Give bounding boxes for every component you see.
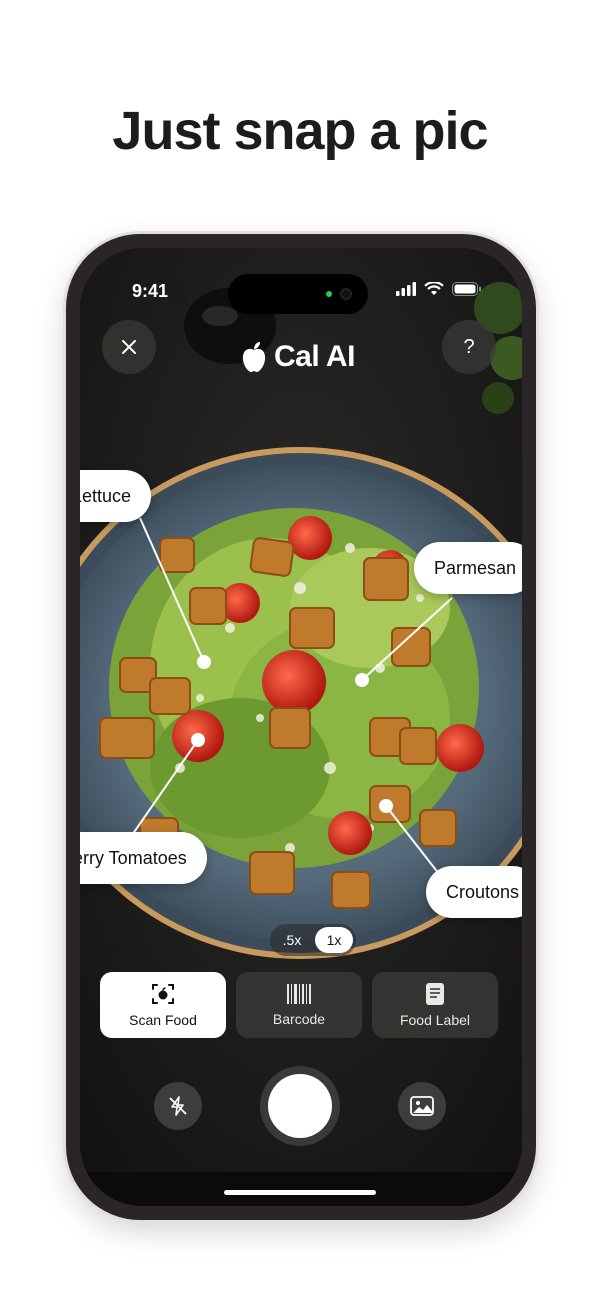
callout-lettuce: Lettuce bbox=[80, 470, 152, 522]
status-time: 9:41 bbox=[132, 281, 169, 301]
mode-food-label-button[interactable]: Food Label bbox=[372, 972, 498, 1038]
close-button[interactable] bbox=[102, 320, 156, 374]
dynamic-island bbox=[228, 274, 368, 314]
mode-barcode-label: Barcode bbox=[272, 1011, 326, 1027]
gallery-button[interactable] bbox=[398, 1082, 446, 1130]
app-brand: Cal AI bbox=[240, 340, 355, 374]
bottom-area bbox=[80, 1172, 522, 1206]
front-camera-icon bbox=[340, 288, 352, 300]
camera-screen: 9:41 Cal AI ? ettuce Parmesan rry Tomato… bbox=[80, 248, 522, 1206]
mode-scan-food-button[interactable]: Scan Food bbox=[100, 972, 226, 1038]
flash-toggle-button[interactable] bbox=[154, 1082, 202, 1130]
battery-icon bbox=[452, 282, 481, 296]
zoom-option-half[interactable]: .5x bbox=[273, 927, 311, 953]
camera-viewfinder bbox=[80, 248, 522, 1206]
flash-off-icon bbox=[169, 1096, 187, 1116]
mode-barcode-button[interactable]: Barcode bbox=[236, 972, 362, 1038]
gallery-icon bbox=[410, 1096, 434, 1116]
cellular-signal-icon bbox=[396, 282, 416, 296]
callout-parmesan: Parmesan bbox=[414, 542, 522, 594]
apple-logo-icon bbox=[242, 342, 266, 372]
scan-food-icon bbox=[152, 984, 174, 1004]
zoom-selector: .5x 1x bbox=[270, 924, 356, 956]
mode-scan-food-label: Scan Food bbox=[129, 1012, 197, 1028]
shutter-button[interactable] bbox=[260, 1066, 340, 1146]
shutter-inner bbox=[268, 1074, 332, 1138]
close-icon bbox=[122, 340, 136, 354]
brand-name: Cal AI bbox=[274, 340, 355, 373]
scan-mode-tabs: Scan Food Barcode Food Label bbox=[100, 972, 500, 1038]
capture-controls bbox=[80, 1066, 522, 1166]
callout-cherry-tomatoes: Cherry Tomatoes bbox=[80, 832, 207, 884]
barcode-icon bbox=[287, 984, 311, 1004]
mode-food-label-label: Food Label bbox=[399, 1012, 471, 1028]
help-button[interactable]: ? bbox=[442, 320, 496, 374]
food-label-icon bbox=[426, 983, 444, 1005]
phone-frame: 9:41 Cal AI ? ettuce Parmesan rry Tomato… bbox=[66, 234, 536, 1220]
status-icons bbox=[396, 282, 482, 296]
home-indicator[interactable] bbox=[224, 1190, 376, 1195]
help-icon: ? bbox=[463, 335, 475, 358]
zoom-option-1x[interactable]: 1x bbox=[315, 927, 353, 953]
camera-indicator-dot bbox=[326, 291, 332, 297]
callout-croutons: Croutons bbox=[426, 866, 522, 918]
headline: Just snap a pic bbox=[112, 101, 488, 161]
wifi-icon bbox=[424, 282, 444, 295]
status-bar: 9:41 bbox=[80, 248, 522, 314]
